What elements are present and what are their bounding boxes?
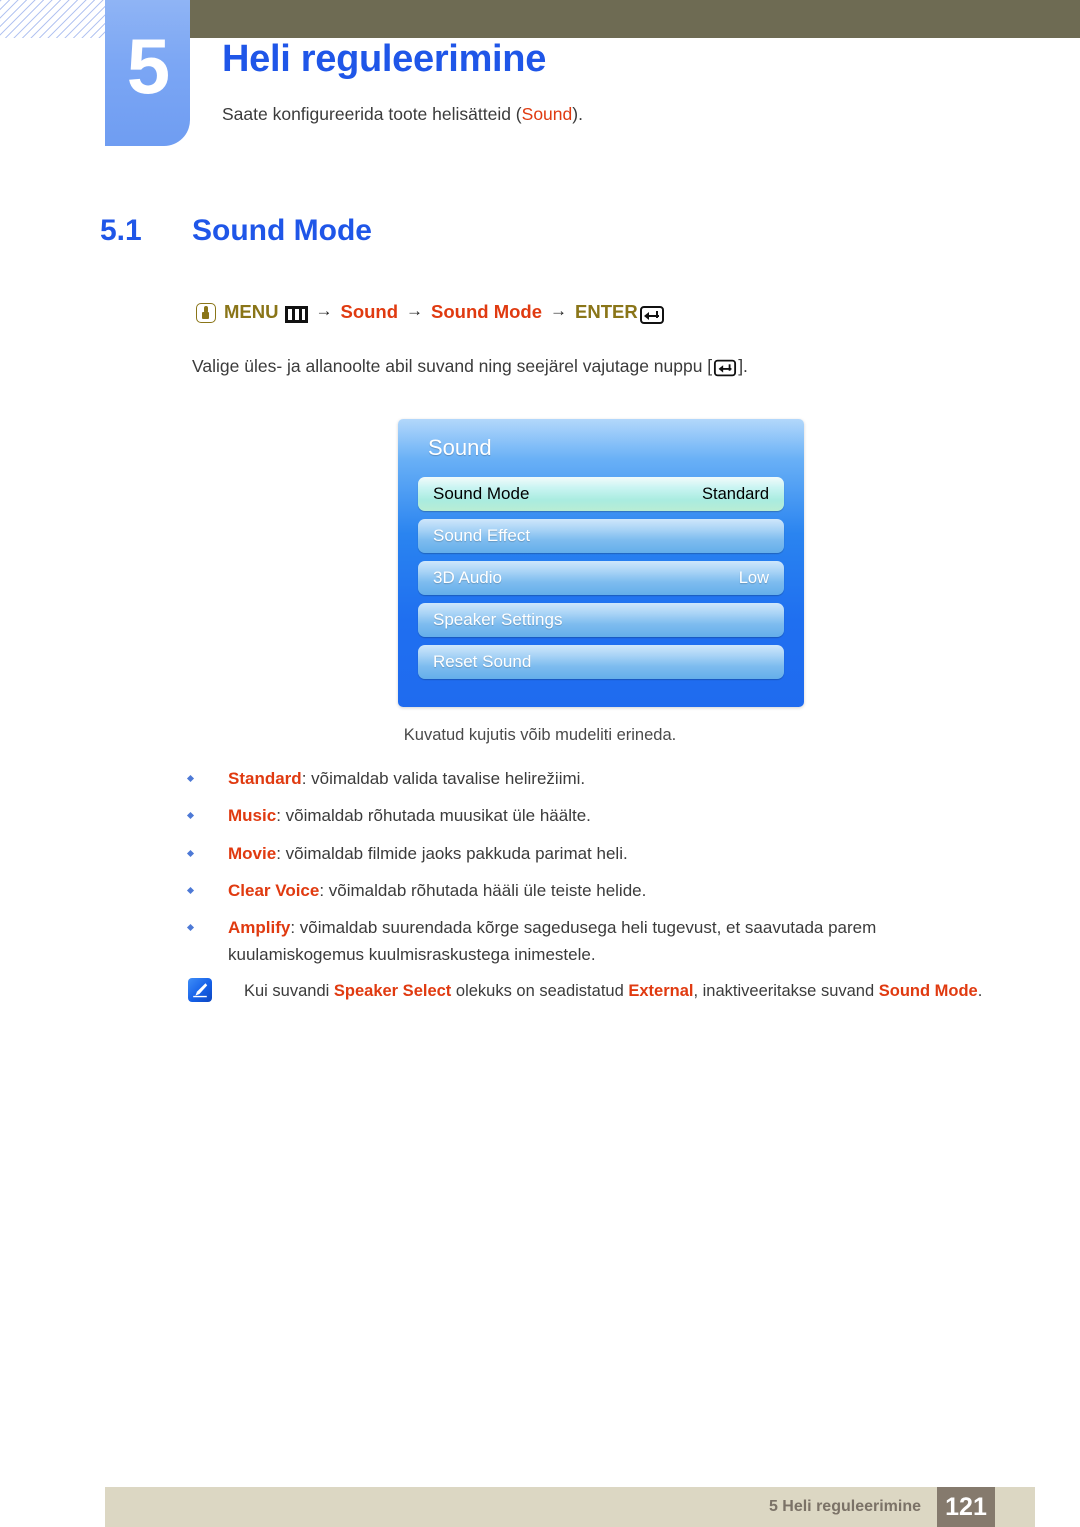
note-keyword-sound-mode: Sound Mode [878, 982, 978, 1000]
osd-row-3d-audio[interactable]: 3D Audio Low [418, 561, 784, 595]
hand-press-icon [196, 303, 216, 323]
menu-path-arrow-3: → [550, 301, 568, 320]
section-heading: 5.1 Sound Mode [100, 214, 900, 248]
chapter-number-badge: 5 [105, 0, 190, 146]
option-term: Standard [228, 769, 302, 788]
osd-sound-menu-panel: Sound Sound Mode Standard Sound Effect 3… [398, 419, 804, 707]
chapter-title: Heli reguleerimine [222, 38, 547, 80]
instruction-text-after: ]. [738, 356, 748, 376]
option-term: Clear Voice [228, 881, 320, 901]
sound-mode-options-list: Standard: võimaldab valida tavalise heli… [185, 766, 945, 979]
bullet-dot-icon [186, 924, 195, 932]
section-title: Sound Mode [192, 214, 372, 247]
section-number: 5.1 [100, 214, 142, 247]
option-description: : võimaldab valida tavalise helirežiimi. [301, 769, 586, 788]
header-olive-bar [190, 0, 1080, 38]
enter-key-icon [714, 359, 737, 376]
menu-path-breadcrumb: MENU → Sound → Sound Mode → ENTER [196, 301, 664, 324]
list-item: Standard: võimaldab valida tavalise heli… [185, 766, 945, 792]
list-item: Amplify: võimaldab suurendada kõrge sage… [185, 915, 945, 968]
osd-row-label: Sound Mode [433, 484, 530, 503]
page-number-badge: 121 [937, 1487, 995, 1527]
menu-path-menu-label: MENU [224, 301, 279, 322]
option-term: Amplify [228, 918, 291, 938]
osd-row-sound-effect[interactable]: Sound Effect [418, 519, 784, 553]
instruction-line: Valige üles- ja allanoolte abil suvand n… [192, 356, 748, 377]
list-item: Music: võimaldab rõhutada muusikat üle h… [185, 803, 945, 829]
option-description: : võimaldab filmide jaoks pakkuda parima… [276, 843, 628, 863]
bullet-dot-icon [186, 812, 195, 820]
enter-key-icon [639, 306, 664, 324]
chapter-description: Saate konfigureerida toote helisätteid (… [222, 104, 583, 125]
decorative-hatch-pattern [0, 0, 108, 38]
bullet-dot-icon [186, 886, 195, 895]
note-text: Kui suvandi Speaker Select olekuks on se… [244, 978, 982, 1004]
page-footer: 5 Heli reguleerimine 121 [105, 1487, 1035, 1527]
page-header: 5 Heli reguleerimine Saate konfigureerid… [0, 0, 1080, 160]
bullet-dot-icon [186, 849, 195, 857]
menu-path-enter-label: ENTER [575, 301, 638, 322]
option-description: : võimaldab rõhutada muusikat üle häälte… [276, 806, 591, 826]
note-pen-icon [188, 978, 212, 1002]
note-callout: Kui suvandi Speaker Select olekuks on se… [188, 978, 1018, 1004]
option-description: : võimaldab suurendada kõrge sagedusega … [228, 918, 877, 964]
menu-path-arrow-1: → [315, 301, 333, 320]
bullet-dot-icon [186, 774, 195, 783]
chapter-desc-before: Saate konfigureerida toote helisätteid ( [222, 104, 522, 124]
option-term: Music [228, 806, 277, 826]
osd-row-label: Sound Effect [433, 526, 531, 545]
note-keyword-external: External [628, 982, 694, 1000]
chapter-desc-keyword: Sound [521, 104, 573, 124]
footer-chapter-label: 5 Heli reguleerimine [768, 1498, 921, 1515]
list-item: Movie: võimaldab filmide jaoks pakkuda p… [185, 841, 945, 867]
osd-panel-title: Sound [428, 435, 492, 460]
note-part-1: Kui suvandi [244, 982, 334, 1000]
option-description: : võimaldab rõhutada hääli üle teiste he… [319, 881, 647, 901]
menu-bars-icon [285, 305, 309, 323]
osd-row-sound-mode[interactable]: Sound Mode Standard [418, 477, 784, 511]
note-part-4: . [977, 982, 983, 1000]
note-keyword-speaker-select: Speaker Select [333, 982, 452, 1000]
menu-path-arrow-2: → [406, 301, 424, 320]
list-item: Clear Voice: võimaldab rõhutada hääli ül… [185, 878, 945, 904]
osd-row-value: Low [738, 568, 769, 587]
note-part-2: olekuks on seadistatud [451, 982, 629, 1000]
osd-row-label: Reset Sound [433, 652, 532, 671]
osd-row-label: 3D Audio [433, 568, 502, 587]
instruction-text-before: Valige üles- ja allanoolte abil suvand n… [192, 356, 713, 376]
osd-row-speaker-settings[interactable]: Speaker Settings [418, 603, 784, 637]
osd-menu-rows: Sound Mode Standard Sound Effect 3D Audi… [418, 477, 784, 687]
osd-row-value: Standard [702, 484, 769, 503]
note-part-3: , inaktiveeritakse suvand [693, 982, 879, 1000]
osd-row-reset-sound[interactable]: Reset Sound [418, 645, 784, 679]
option-term: Movie [228, 843, 277, 863]
menu-path-step-sound-mode: Sound Mode [431, 301, 543, 322]
osd-row-label: Speaker Settings [433, 610, 563, 629]
chapter-desc-after: ). [572, 104, 583, 124]
osd-caption: Kuvatud kujutis võib mudeliti erineda. [403, 726, 677, 744]
menu-path-step-sound: Sound [340, 301, 399, 322]
